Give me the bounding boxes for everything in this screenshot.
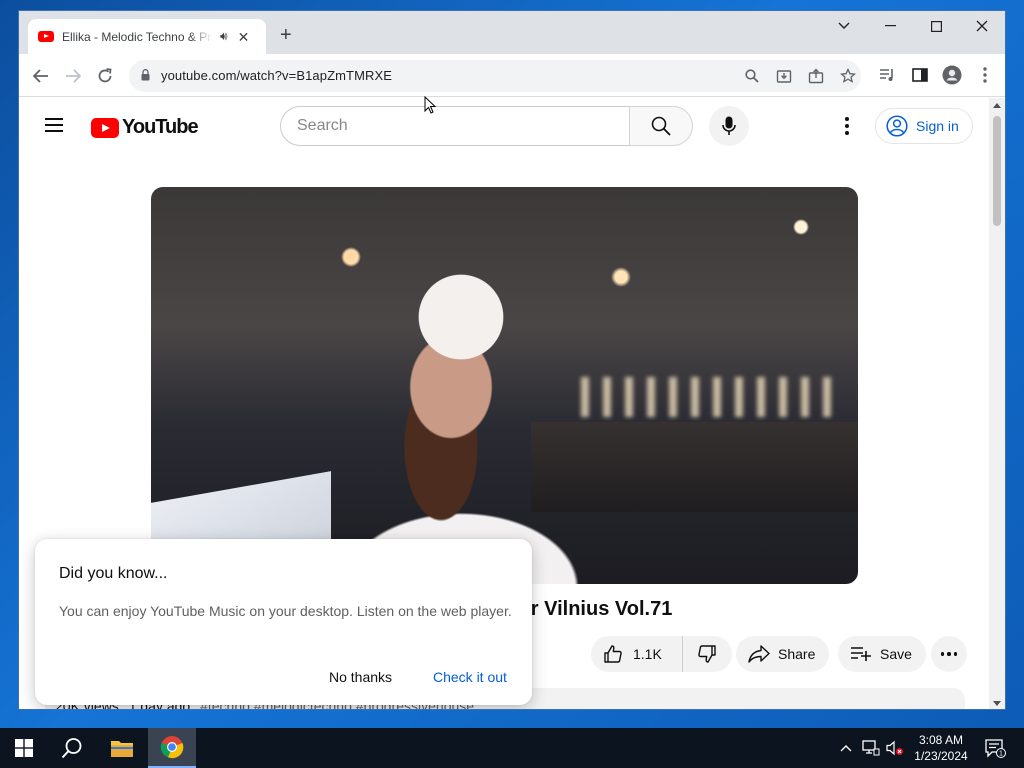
share-button[interactable]: Share [736,636,830,672]
video-player[interactable] [151,187,858,584]
popup-body: You can enjoy YouTube Music on your desk… [59,603,512,619]
speaker-icon[interactable]: 🔊︎ [220,29,228,44]
file-explorer-folder-icon[interactable] [98,728,146,768]
back-arrow-icon[interactable] [29,64,53,88]
user-circle-icon [886,115,908,137]
clock-time: 3:08 AM [918,733,964,747]
taskbar-search-icon[interactable] [48,728,96,768]
mouse-cursor-icon [424,96,436,114]
forward-arrow-icon[interactable] [61,64,85,88]
network-icon[interactable] [860,728,882,768]
youtube-page: YouTube Sign in ter Vilnius Vol.71 [19,98,991,709]
video-title: ter Vilnius Vol.71 [513,598,673,620]
tab-strip: Ellika - Melodic Techno & Progressive Ho… [19,11,1005,54]
search-box [280,106,629,146]
search-icon [651,116,671,136]
bookmark-star-icon[interactable] [839,67,857,85]
page-scrollbar[interactable] [989,98,1005,709]
youtube-favicon-icon [38,31,54,42]
popup-title: Did you know... [59,565,168,582]
voice-search-button[interactable] [709,106,749,146]
scroll-up-arrow-icon[interactable] [993,103,1001,108]
maximize-button[interactable] [913,11,959,41]
sign-in-label: Sign in [916,118,959,134]
browser-tab-active[interactable]: Ellika - Melodic Techno & Progressive Ho… [28,19,266,54]
dislike-button[interactable] [683,636,731,672]
browser-toolbar: youtube.com/watch?v=B1apZmTMRXE [19,54,1005,97]
save-label: Save [880,646,912,662]
like-button[interactable]: 1.1K [591,636,683,672]
like-dislike-group: 1.1K [591,636,732,672]
lock-icon[interactable] [141,69,150,81]
youtube-header: YouTube Sign in [19,98,991,154]
browser-window: Ellika - Melodic Techno & Progressive Ho… [18,10,1006,710]
chrome-taskbar-icon[interactable] [148,728,196,768]
youtube-logo-text: YouTube [122,116,199,138]
install-app-icon[interactable] [775,67,793,85]
hamburger-icon[interactable] [45,118,63,132]
new-tab-plus-icon[interactable]: + [280,25,292,45]
profile-avatar-icon[interactable] [942,65,962,85]
did-you-know-popup: Did you know... You can enjoy YouTube Mu… [35,539,532,705]
mic-icon [722,116,736,135]
volume-muted-icon[interactable] [884,728,906,768]
save-button[interactable]: Save [838,636,926,672]
window-controls [821,11,1005,41]
reading-list-icon[interactable] [877,65,897,85]
playlist-add-icon [851,647,871,661]
like-count: 1.1K [633,646,662,662]
youtube-logo[interactable]: YouTube [91,116,199,139]
notification-center-icon[interactable]: 1 [980,728,1010,768]
video-frame-river [531,422,858,512]
tab-search-chevron-icon[interactable] [821,11,867,41]
search-input[interactable] [281,107,629,145]
notification-count: 1 [999,751,1003,758]
share-label: Share [778,646,816,662]
scroll-down-arrow-icon[interactable] [993,701,1001,706]
taskbar-clock[interactable]: 3:08 AM 1/23/2024 [906,732,976,764]
windows-taskbar: 3:08 AM 1/23/2024 1 [0,728,1024,768]
search-button[interactable] [629,106,693,146]
more-actions-icon[interactable] [931,636,967,672]
tab-close-icon[interactable]: ✕ [238,30,250,44]
thumbs-up-icon [604,645,622,663]
youtube-play-logo-icon [91,117,119,138]
tray-chevron-up-icon[interactable] [836,728,856,768]
address-bar[interactable]: youtube.com/watch?v=B1apZmTMRXE [129,60,861,92]
close-window-button[interactable] [959,11,1005,41]
video-frame-lights [581,377,841,417]
zoom-search-icon[interactable] [743,67,761,85]
tab-title: Ellika - Melodic Techno & Progressive Ho… [62,29,212,44]
check-it-out-button[interactable]: Check it out [433,669,507,685]
browser-menu-icon[interactable] [975,65,995,85]
no-thanks-button[interactable]: No thanks [329,669,392,685]
url-text[interactable]: youtube.com/watch?v=B1apZmTMRXE [161,68,392,83]
clock-date: 1/23/2024 [914,749,968,763]
windows-start-icon[interactable] [0,728,48,768]
share-page-icon[interactable] [807,67,825,85]
share-icon [748,645,770,663]
thumbs-down-icon [698,645,716,663]
scroll-thumb[interactable] [993,116,1001,226]
minimize-button[interactable] [867,11,913,41]
side-panel-icon[interactable] [910,65,930,85]
reload-icon[interactable] [93,64,117,88]
settings-more-icon[interactable] [837,114,857,138]
sign-in-button[interactable]: Sign in [875,108,973,144]
